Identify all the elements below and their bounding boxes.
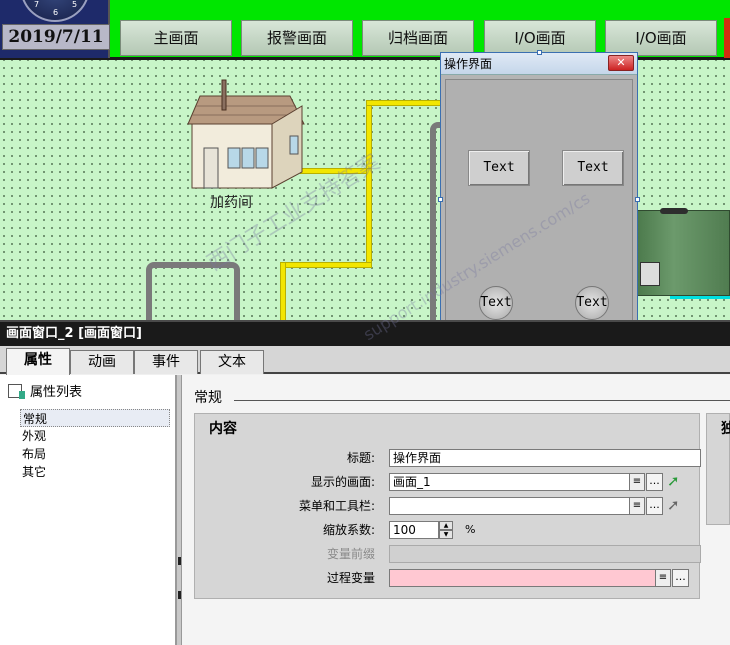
process-tag-label: 过程变量 [326,571,375,585]
pipe-yellow [366,168,372,268]
round-button-right[interactable]: Text [575,286,609,320]
tag-prefix-field [389,545,701,563]
dosing-house-icon [187,79,305,189]
go-to-menu-icon[interactable]: ➚ [667,497,683,513]
tab-events[interactable]: 事件 [134,350,198,374]
resize-handle[interactable] [635,197,640,202]
screen-label: 显示的画面: [310,475,375,489]
menu-toolbar-field[interactable] [389,497,643,515]
menu-toolbar-browse-button[interactable]: ... [646,497,663,515]
operation-window-title: 操作界面 [444,57,493,71]
scale-label: 缩放系数: [322,523,375,537]
section-title: 常规 [194,390,222,406]
operation-window[interactable]: 操作界面 ✕ Text Text Text Text [438,50,640,320]
process-tag-field[interactable] [389,569,669,587]
app-root: 7 6 5 2019/7/11 主画面 报警画面 归档画面 I/O画面 I/O画… [0,0,730,645]
menu-toolbar-label: 菜单和工具栏: [298,499,375,513]
category-layout[interactable]: 布局 [20,445,170,463]
screen-browse-button[interactable]: ... [646,473,663,491]
content-group: 内容 标题: 操作界面 显示的画面: 画面_1 ≡ ... ➚ 菜单和工具栏: … [194,413,701,599]
go-to-screen-icon[interactable]: ➚ [667,473,683,489]
property-list-label: 属性列表 [30,385,83,400]
scale-up-icon[interactable]: ▲ [439,521,453,530]
category-general[interactable]: 常规 [20,409,170,427]
resize-handle[interactable] [438,197,443,202]
clock-number: 5 [72,0,78,9]
tab-texts[interactable]: 文本 [200,350,264,374]
nav-button-main[interactable]: 主画面 [120,20,232,56]
nav-button-io-2[interactable]: I/O画面 [605,20,717,56]
expand-right-icon[interactable] [178,591,181,599]
round-button-left[interactable]: Text [479,286,513,320]
operation-window-content: Text Text Text Text [445,79,633,320]
tank-cap [660,208,688,214]
process-tag-list-icon[interactable]: ≡ [655,569,671,587]
process-tag-browse-button[interactable]: ... [672,569,689,587]
menu-toolbar-list-icon[interactable]: ≡ [629,497,645,515]
property-list-header: 属性列表 [8,381,82,400]
property-list-pane: 属性列表 常规 外观 布局 其它 [0,375,176,645]
title-label: 标题: [346,451,375,465]
text-button-right[interactable]: Text [562,150,624,186]
property-list-icon [8,384,25,399]
tab-properties[interactable]: 属性 [6,348,70,375]
scale-input[interactable]: 100 [389,521,439,539]
resize-handle[interactable] [537,50,542,55]
screen-list-icon[interactable]: ≡ [629,473,645,491]
collapse-left-icon[interactable] [178,557,181,565]
pipe-gray [146,262,240,320]
tab-animations[interactable]: 动画 [70,350,134,374]
clock-number: 6 [53,8,59,17]
nav-button-alarm[interactable]: 报警画面 [241,20,353,56]
house-label: 加药间 [210,195,252,211]
tag-prefix-label: 变量前缀 [326,547,375,561]
scale-down-icon[interactable]: ▼ [439,530,453,539]
category-misc[interactable]: 其它 [20,463,170,481]
operation-window-titlebar[interactable]: 操作界面 ✕ [441,53,637,75]
alarm-indicator [724,18,730,58]
pipe-yellow [366,100,446,106]
pipe-yellow [280,262,286,320]
date-display: 2019/7/11 [2,24,110,50]
analog-clock-icon: 7 6 5 [20,0,90,22]
nav-button-archive[interactable]: 归档画面 [362,20,474,56]
side-group-heading: 独 [721,421,730,437]
pipe-yellow [280,262,372,268]
side-group: 独 [706,413,730,525]
lock-icon [640,262,660,286]
scale-unit: % [465,523,476,536]
clock-number: 7 [34,0,40,9]
content-group-heading: 内容 [209,421,237,437]
hmi-canvas: 7 6 5 2019/7/11 主画面 报警画面 归档画面 I/O画面 I/O画… [0,0,730,320]
clock-panel: 7 6 5 2019/7/11 [0,0,110,58]
title-field[interactable]: 操作界面 [389,449,701,467]
close-icon[interactable]: ✕ [608,55,634,71]
screen-field[interactable]: 画面_1 [389,473,643,491]
section-divider [234,400,730,401]
pipe-yellow [366,100,372,174]
property-detail-pane: 常规 内容 标题: 操作界面 显示的画面: 画面_1 ≡ ... ➚ 菜单和工具… [182,375,730,645]
category-appearance[interactable]: 外观 [20,427,170,445]
pipe-yellow [300,168,372,174]
inspector-title: 画面窗口_2 [画面窗口] [0,320,730,346]
text-button-left[interactable]: Text [468,150,530,186]
inspector-tabs: 属性 动画 事件 文本 [0,346,730,375]
